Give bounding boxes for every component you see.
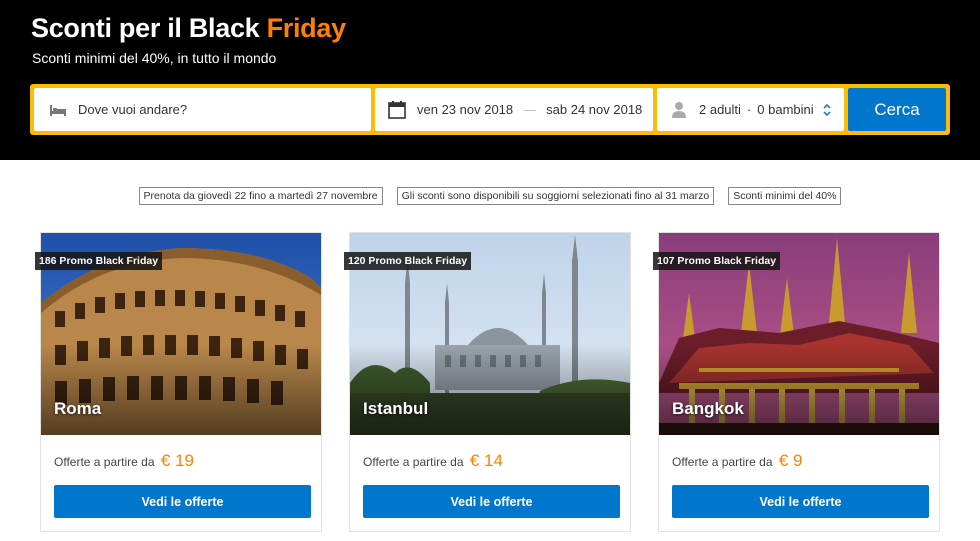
- destination-field[interactable]: Dove vuoi andare?: [34, 88, 371, 131]
- offer-price: € 19: [160, 451, 194, 470]
- offer-line: Offerte a partire da € 19: [54, 451, 194, 471]
- bed-icon: [50, 104, 66, 116]
- person-icon: [672, 101, 686, 118]
- page-title-main: Sconti per il Black: [31, 13, 267, 43]
- promo-badge: 186 Promo Black Friday: [35, 252, 163, 270]
- hero-banner: Sconti per il Black Friday Sconti minimi…: [0, 0, 980, 160]
- promo-badge: 120 Promo Black Friday: [344, 252, 472, 270]
- checkin-date[interactable]: ven 23 nov 2018: [417, 102, 513, 117]
- city-name: Bangkok: [672, 399, 744, 418]
- page-title: Sconti per il Black Friday: [31, 13, 346, 44]
- search-bar: Dove vuoi andare? ven 23 nov 2018 — sab …: [30, 84, 950, 135]
- deals-section: Prenota da giovedì 22 fino a martedì 27 …: [0, 160, 980, 541]
- view-offers-button[interactable]: Vedi le offerte: [54, 485, 311, 518]
- guests-separator: ·: [746, 102, 752, 117]
- page-title-accent: Friday: [266, 13, 347, 43]
- offer-text: Offerte a partire da: [672, 455, 773, 469]
- destination-card-bangkok[interactable]: 107 Promo Black Friday Bangkok Offerte a…: [653, 232, 940, 532]
- destination-placeholder: Dove vuoi andare?: [78, 102, 188, 117]
- promo-badge: 107 Promo Black Friday: [653, 252, 781, 270]
- page-subtitle: Sconti minimi del 40%, in tutto il mondo: [32, 50, 277, 66]
- city-name: Roma: [54, 399, 102, 418]
- info-chip-booking-period: Prenota da giovedì 22 fino a martedì 27 …: [138, 187, 383, 205]
- children-count: 0 bambini: [757, 102, 814, 117]
- checkout-date[interactable]: sab 24 nov 2018: [546, 102, 642, 117]
- destination-card-istanbul[interactable]: 120 Promo Black Friday Istanbul Offerte …: [344, 232, 631, 532]
- offer-text: Offerte a partire da: [54, 455, 155, 469]
- dates-field[interactable]: ven 23 nov 2018 — sab 24 nov 2018: [375, 88, 653, 131]
- chevron-updown-icon[interactable]: [822, 103, 832, 117]
- date-separator: —: [523, 102, 537, 117]
- info-chip-min-discount: Sconti minimi del 40%: [728, 187, 842, 205]
- calendar-icon: [388, 100, 406, 119]
- adults-count: 2 adulti: [699, 102, 741, 117]
- guests-field[interactable]: 2 adulti · 0 bambini: [657, 88, 844, 131]
- search-button[interactable]: Cerca: [848, 88, 946, 131]
- offer-price: € 14: [469, 451, 503, 470]
- info-chip-stay-period: Gli sconti sono disponibili su soggiorni…: [396, 187, 715, 205]
- destination-card-roma[interactable]: 186 Promo Black Friday Roma Offerte a pa…: [35, 232, 322, 532]
- offer-text: Offerte a partire da: [363, 455, 464, 469]
- view-offers-button[interactable]: Vedi le offerte: [672, 485, 929, 518]
- offer-price: € 9: [778, 451, 803, 470]
- offer-line: Offerte a partire da € 14: [363, 451, 503, 471]
- view-offers-button[interactable]: Vedi le offerte: [363, 485, 620, 518]
- offer-line: Offerte a partire da € 9: [672, 451, 802, 471]
- city-name: Istanbul: [363, 399, 429, 418]
- info-chips: Prenota da giovedì 22 fino a martedì 27 …: [0, 187, 980, 205]
